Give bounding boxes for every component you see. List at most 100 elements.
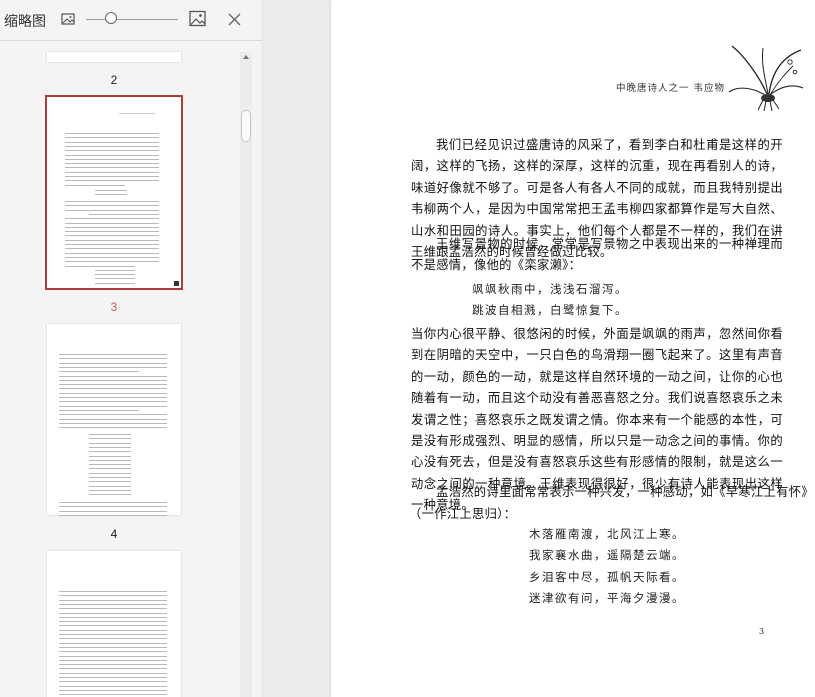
- thumbnail-text-line: [59, 427, 167, 429]
- thumbnail-text-line: [89, 446, 131, 448]
- thumbnail-text-line: [65, 201, 159, 202]
- thumbnail-page-3[interactable]: [45, 95, 183, 290]
- thumbnail-text-line: [65, 137, 159, 139]
- thumbnail-text-line: [59, 392, 167, 394]
- thumbnail-running-header: [119, 113, 155, 114]
- thumbnail-text-line: [59, 354, 167, 355]
- thumbnail-text-line: [59, 591, 167, 592]
- thumbnail-text-line: [89, 494, 131, 496]
- poem-line: 木落雁南渡，北风江上寒。: [529, 527, 685, 541]
- thumbnail-text-line: [59, 612, 167, 614]
- thumbnail-text-line: [59, 651, 167, 653]
- panel-title: 缩略图: [4, 14, 46, 30]
- thumbnail-text-line: [59, 371, 139, 373]
- poem-line: 飒飒秋雨中，浅浅石溜泻。: [472, 282, 628, 296]
- thumbnail-text-line: [95, 282, 135, 284]
- thumbnail-text-line: [59, 358, 167, 360]
- thumbnail-text-line: [59, 506, 167, 508]
- thumbnail-page-2[interactable]: [47, 52, 181, 62]
- close-icon[interactable]: [228, 11, 242, 26]
- thumbnail-text-line: [95, 269, 135, 271]
- thumbnail-text-line: [59, 366, 167, 368]
- thumbnail-text-line: [89, 464, 131, 466]
- thumbnail-text-line: [59, 384, 167, 386]
- page-number: 3: [759, 627, 765, 636]
- thumbnail-text-line: [65, 150, 159, 152]
- paragraph: 王维写景物的时候，常常是写景物之中表现出来的一种禅理而不是感情，像他的《栾家濑》…: [411, 237, 783, 273]
- thumbnail-text-line: [59, 502, 167, 503]
- thumbnail-text-line: [95, 274, 135, 276]
- thumbnail-page-5[interactable]: [47, 551, 181, 697]
- thumbnail-text-line: [65, 163, 159, 165]
- thumbnail-text-line: [59, 625, 167, 627]
- thumbnail-text-line: [59, 655, 167, 657]
- thumbnail-text-line: [65, 154, 159, 156]
- thumbnail-text-line: [65, 261, 159, 263]
- thumbnail-text-line: [59, 638, 167, 640]
- thumbnail-text-line: [59, 603, 167, 605]
- thumbnail-text-line: [59, 510, 167, 512]
- thumbnail-text-line: [89, 434, 131, 435]
- thumbnail-panel-header: 缩略图: [0, 0, 262, 41]
- thumbnail-text-line: [59, 409, 139, 411]
- thumbnail-text-line: [65, 145, 159, 147]
- thumbnail-text-line: [59, 672, 167, 674]
- image-large-icon[interactable]: [189, 10, 206, 27]
- thumbnail-text-line: [59, 599, 167, 601]
- thumbnail-page-number: 4: [110, 527, 118, 541]
- scroll-up-arrow-icon[interactable]: [243, 55, 249, 59]
- thumbnail-text-line: [65, 252, 159, 254]
- thumbnail-text-line: [59, 422, 167, 424]
- thumbnail-text-line: [59, 677, 167, 678]
- thumbnail-text-line: [59, 514, 167, 516]
- thumbnail-text-line: [65, 167, 159, 169]
- thumbnail-text-line: [65, 218, 159, 220]
- document-page: 中晚唐诗人之一 韦应物 我们已经见识过盛唐诗的风采了，看到李白和杜甫是这样的开阔…: [331, 0, 815, 697]
- scrollbar-thumb[interactable]: [241, 110, 251, 142]
- thumbnail-text-line: [59, 595, 167, 597]
- thumbnail-text-line: [89, 213, 159, 215]
- document-viewer[interactable]: 中晚唐诗人之一 韦应物 我们已经见识过盛唐诗的风采了，看到李白和杜甫是这样的开阔…: [263, 0, 815, 697]
- thumbnail-text-line: [59, 418, 167, 420]
- thumbnail-text-line: [59, 659, 167, 661]
- thumbnail-text-line: [89, 477, 131, 478]
- thumbnail-text-line: [65, 184, 125, 186]
- thumbnail-text-line: [59, 668, 167, 670]
- thumbnail-text-line: [65, 141, 159, 143]
- thumbnail-text-line: [59, 608, 167, 610]
- thumbnail-text-line: [65, 265, 135, 267]
- thumbnail-text-line: [65, 226, 159, 228]
- thumbnail-text-line: [65, 158, 159, 160]
- poem-line: 迷津欲有问，平海夕漫漫。: [529, 591, 685, 605]
- paragraph: （一作江上思归）：: [409, 507, 517, 521]
- thumbnail-text-line: [89, 451, 131, 453]
- poem-line: 跳波自相溅，白鹭惊复下。: [472, 303, 628, 317]
- thumbnail-text-line: [59, 397, 167, 398]
- thumbnail-text-line: [59, 362, 167, 364]
- thumbnail-panel: 缩略图 2 3 4: [0, 0, 263, 697]
- thumbnail-page-number: 2: [110, 73, 118, 87]
- thumbnail-text-line: [95, 278, 135, 280]
- thumbnail-text-line: [65, 176, 159, 177]
- thumbnail-text-line: [59, 646, 167, 648]
- poem-line: 我家襄水曲，遥隔楚云端。: [529, 548, 685, 562]
- orchid-illustration-icon: [728, 45, 804, 112]
- thumbnail-page-4[interactable]: [47, 324, 181, 516]
- thumbnail-text-line: [89, 455, 131, 457]
- paragraph: 孟浩然的诗里面常常表示一种兴发，一种感动，如《早寒江上有怀》: [436, 485, 814, 499]
- thumbnail-corner-marker: [174, 281, 179, 286]
- thumbnail-text-line: [65, 171, 159, 173]
- thumbnail-text-line: [89, 485, 131, 487]
- thumbnail-text-line: [65, 222, 159, 224]
- thumbnail-text-line: [59, 414, 167, 416]
- thumbnail-text-line: [95, 194, 127, 196]
- zoom-slider-handle[interactable]: [105, 12, 117, 24]
- image-small-icon[interactable]: [61, 11, 77, 27]
- thumbnail-text-line: [65, 133, 159, 134]
- thumbnail-text-line: [59, 616, 167, 618]
- thumbnail-scrollbar[interactable]: [240, 52, 252, 697]
- zoom-slider-track[interactable]: [86, 19, 178, 20]
- thumbnail-text-line: [59, 621, 167, 623]
- thumbnail-text-line: [89, 459, 131, 461]
- thumbnail-text-line: [89, 481, 131, 483]
